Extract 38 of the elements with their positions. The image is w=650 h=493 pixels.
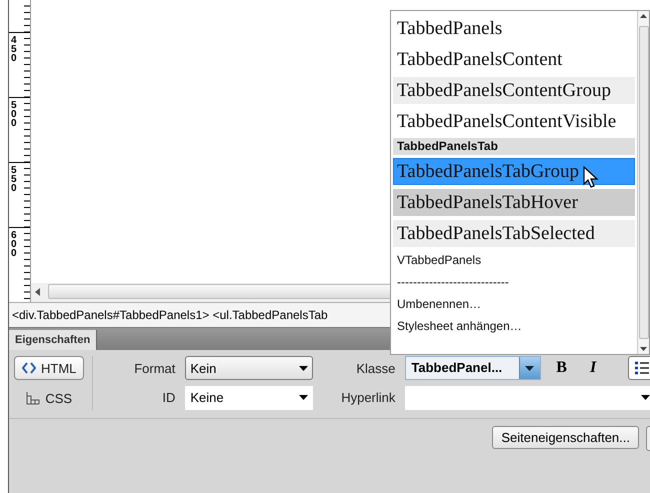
menu-item[interactable]: TabbedPanelsTabSelected (393, 220, 635, 247)
scrollbar-thumb[interactable] (638, 26, 648, 339)
dropdown-caret-icon[interactable] (299, 395, 308, 400)
page-properties-button[interactable]: Seiteneigenschaften... (492, 426, 639, 449)
vertical-scrollbar[interactable] (637, 11, 649, 354)
menu-item[interactable]: TabbedPanelsTabGroup (393, 158, 635, 185)
bulleted-list-icon (634, 361, 650, 376)
id-label: ID (161, 390, 176, 406)
ruler-label: 550 (11, 166, 18, 193)
bold-button[interactable]: B (550, 357, 572, 380)
class-select[interactable]: TabbedPanel... (405, 356, 541, 380)
css-mode-button[interactable]: CSS (18, 386, 80, 410)
hyperlink-field[interactable] (405, 386, 650, 410)
html-mode-button[interactable]: HTML (14, 356, 84, 380)
left-arrow-icon[interactable] (34, 288, 42, 296)
down-arrow-icon[interactable] (640, 347, 647, 351)
menu-item[interactable]: TabbedPanelsContentGroup (393, 77, 635, 104)
ruler-label: 450 (11, 36, 18, 63)
hyperlink-label: Hyperlink (340, 390, 396, 406)
italic-button[interactable]: I (582, 357, 604, 380)
format-label: Format (133, 360, 176, 376)
dropdown-caret-icon[interactable] (299, 366, 308, 371)
list-button[interactable] (628, 356, 650, 380)
id-select[interactable]: Keine (185, 386, 314, 410)
dropdown-caret-icon[interactable] (641, 395, 650, 400)
ruler-label: 500 (11, 101, 18, 128)
panel-tab[interactable]: Eigenschaften (9, 330, 98, 350)
grid-icon (26, 391, 40, 405)
up-arrow-icon[interactable] (640, 14, 647, 18)
class-label: Klasse (355, 360, 396, 376)
code-brackets-icon (22, 362, 36, 374)
mouse-pointer-icon (583, 166, 599, 188)
format-select[interactable]: Kein (185, 356, 314, 380)
dropdown-caret-icon[interactable] (525, 366, 534, 371)
menu-item[interactable]: TabbedPanelsTab (393, 138, 635, 155)
menu-item[interactable]: TabbedPanelsTabHover (393, 189, 635, 216)
ruler-label: 600 (11, 231, 18, 258)
partial-button[interactable] (646, 426, 650, 451)
